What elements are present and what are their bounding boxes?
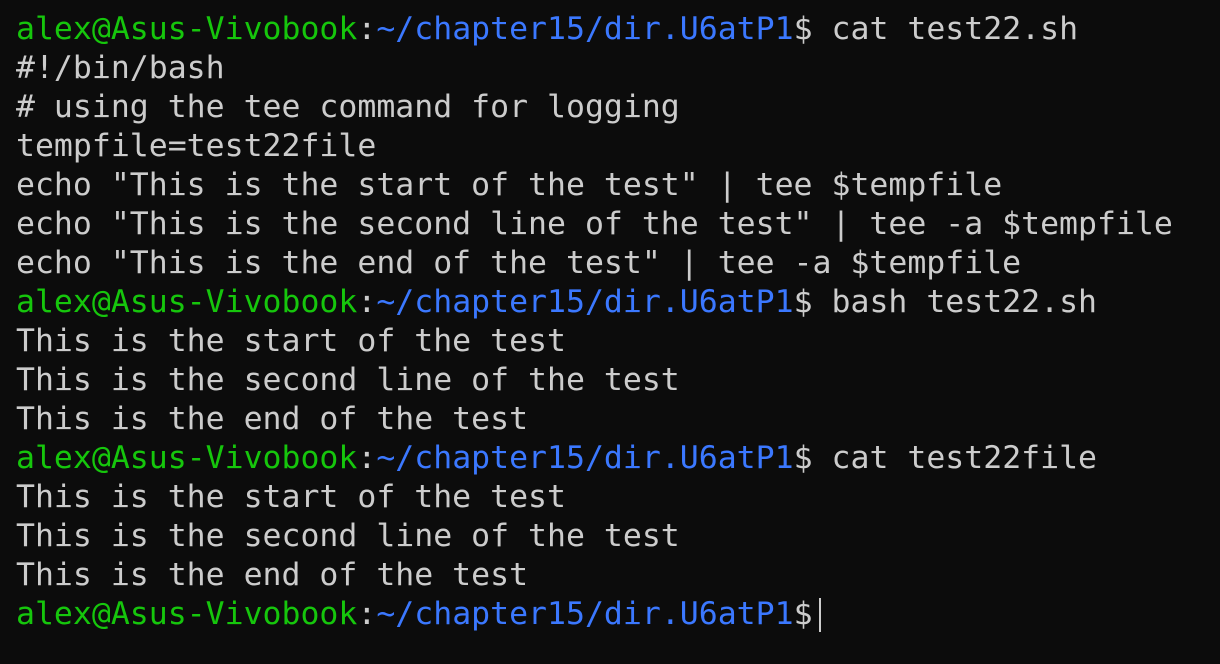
prompt-path: ~/chapter15/dir.U6atP1 [376,440,794,476]
output-line: #!/bin/bash [16,50,225,86]
output-line: This is the second line of the test [16,518,680,554]
output-line: # using the tee command for logging [16,89,680,125]
prompt-line-active[interactable]: alex@Asus-Vivobook:~/chapter15/dir.U6atP… [16,595,1220,634]
output-line: echo "This is the end of the test" | tee… [16,245,1022,281]
output-line: This is the start of the test [16,323,566,359]
output-line: echo "This is the start of the test" | t… [16,167,1003,203]
terminal-window[interactable]: alex@Asus-Vivobook:~/chapter15/dir.U6atP… [0,0,1220,664]
command-text: bash test22.sh [831,284,1098,320]
output-line: echo "This is the second line of the tes… [16,206,1173,242]
prompt-separator: : [357,596,377,632]
prompt-path: ~/chapter15/dir.U6atP1 [376,284,794,320]
prompt-user-host: alex@Asus-Vivobook [16,596,358,632]
prompt-user-host: alex@Asus-Vivobook [16,11,358,47]
text-cursor [818,598,821,632]
output-line: This is the second line of the test [16,362,680,398]
command-text: cat test22.sh [831,11,1079,47]
prompt-path: ~/chapter15/dir.U6atP1 [376,596,794,632]
prompt-separator: : [357,11,377,47]
prompt-line: alex@Asus-Vivobook:~/chapter15/dir.U6atP… [16,10,1220,49]
prompt-user-host: alex@Asus-Vivobook [16,284,358,320]
output-line: tempfile=test22file [16,128,377,164]
prompt-path: ~/chapter15/dir.U6atP1 [376,11,794,47]
prompt-user-host: alex@Asus-Vivobook [16,440,358,476]
output-line: This is the end of the test [16,557,529,593]
prompt-line: alex@Asus-Vivobook:~/chapter15/dir.U6atP… [16,439,1220,478]
prompt-symbol: $ [793,440,813,476]
prompt-symbol: $ [793,596,813,632]
prompt-separator: : [357,440,377,476]
prompt-separator: : [357,284,377,320]
prompt-line: alex@Asus-Vivobook:~/chapter15/dir.U6atP… [16,283,1220,322]
prompt-symbol: $ [793,11,813,47]
output-line: This is the end of the test [16,401,529,437]
prompt-symbol: $ [793,284,813,320]
command-text: cat test22file [831,440,1098,476]
output-line: This is the start of the test [16,479,566,515]
